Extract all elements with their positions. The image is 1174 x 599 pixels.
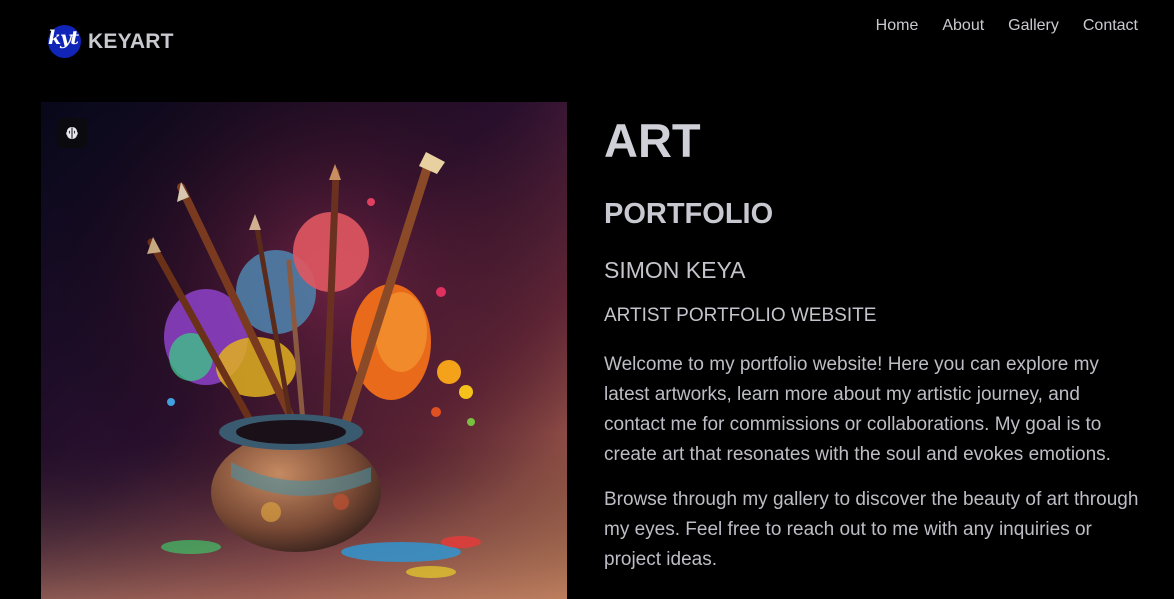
intro-paragraph-1: Welcome to my portfolio website! Here yo…	[604, 354, 1111, 465]
logo-text: kyt	[48, 27, 79, 49]
nav-contact-link[interactable]: Contact	[1083, 17, 1138, 35]
brand-logo-link[interactable]: kyt KEYART	[48, 25, 174, 58]
nav-gallery-link[interactable]: Gallery	[1008, 17, 1059, 35]
nav-about-link[interactable]: About	[942, 17, 984, 35]
page-subtitle: PORTFOLIO	[604, 198, 774, 230]
main-nav: Home About Gallery Contact	[876, 17, 1138, 35]
tagline: ARTIST PORTFOLIO WEBSITE	[604, 305, 877, 326]
nav-home-link[interactable]: Home	[876, 17, 919, 35]
intro-paragraph-2: Browse through my gallery to discover th…	[604, 489, 1139, 570]
brain-icon[interactable]	[57, 118, 87, 148]
page-title: ART	[604, 114, 701, 167]
page: kyt KEYART Home About Gallery Contact AR…	[0, 0, 1174, 599]
artist-name: SIMON KEYA	[604, 257, 746, 283]
hero-artwork-image	[41, 102, 567, 599]
site-header: kyt KEYART Home About Gallery Contact	[0, 0, 1174, 90]
brand-name: KEYART	[88, 29, 174, 53]
intro-section: ART PORTFOLIO SIMON KEYA ARTIST PORTFOLI…	[604, 110, 1144, 575]
artwork-illustration	[41, 102, 567, 599]
logo-badge: kyt	[48, 25, 81, 58]
